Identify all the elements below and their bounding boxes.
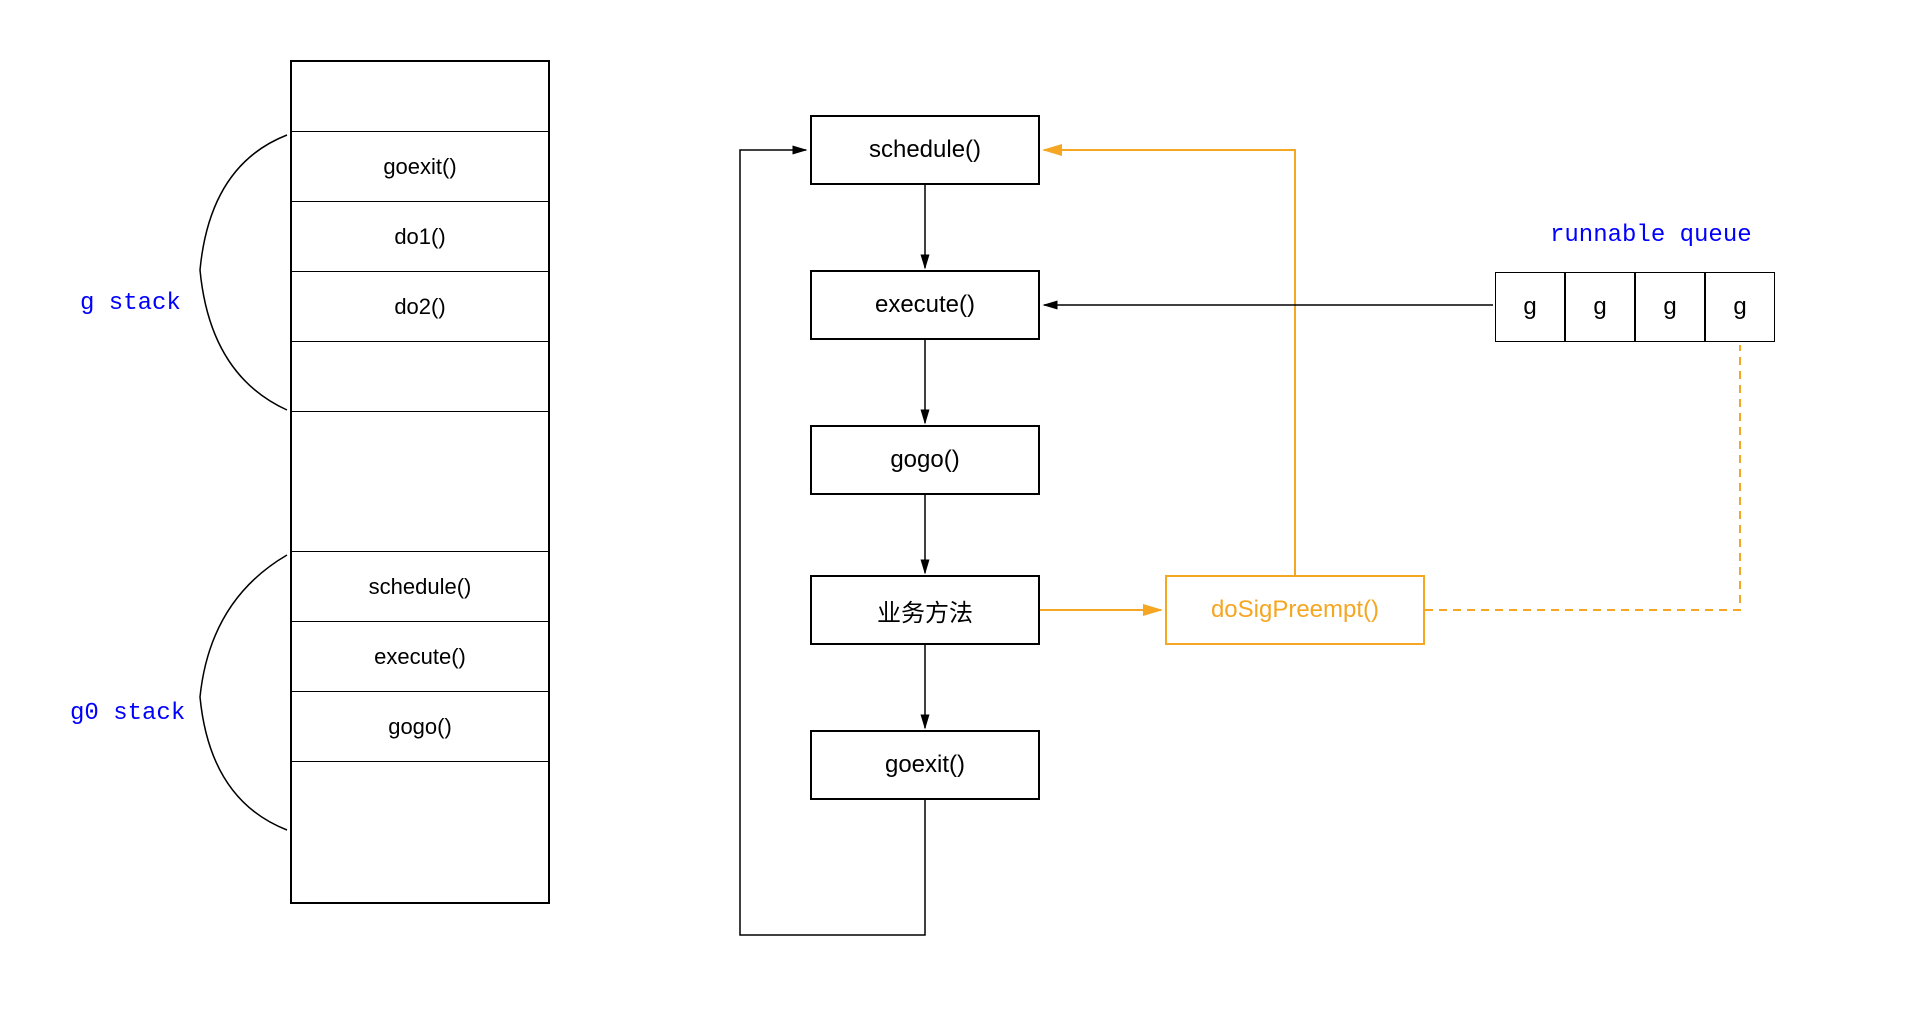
- g0-stack-label: g0 stack: [70, 700, 185, 727]
- stack-table: goexit() do1() do2() schedule() execute(…: [290, 60, 550, 904]
- schedule-box: schedule(): [810, 115, 1040, 185]
- stack-row: do1(): [292, 202, 548, 272]
- stack-row: [292, 412, 548, 552]
- gogo-box: gogo(): [810, 425, 1040, 495]
- queue-cell: g: [1495, 272, 1565, 342]
- stack-row: schedule(): [292, 552, 548, 622]
- stack-row: goexit(): [292, 132, 548, 202]
- runnable-queue: g g g g: [1495, 272, 1775, 342]
- stack-row: [292, 762, 548, 902]
- business-box: 业务方法: [810, 575, 1040, 645]
- queue-cell: g: [1565, 272, 1635, 342]
- queue-cell: g: [1635, 272, 1705, 342]
- g-stack-label: g stack: [80, 290, 181, 317]
- runnable-queue-label: runnable queue: [1550, 222, 1752, 249]
- stack-row: execute(): [292, 622, 548, 692]
- dosigpreempt-box: doSigPreempt(): [1165, 575, 1425, 645]
- stack-row: [292, 62, 548, 132]
- queue-cell: g: [1705, 272, 1775, 342]
- goexit-box: goexit(): [810, 730, 1040, 800]
- execute-box: execute(): [810, 270, 1040, 340]
- stack-row: gogo(): [292, 692, 548, 762]
- stack-row: [292, 342, 548, 412]
- stack-row: do2(): [292, 272, 548, 342]
